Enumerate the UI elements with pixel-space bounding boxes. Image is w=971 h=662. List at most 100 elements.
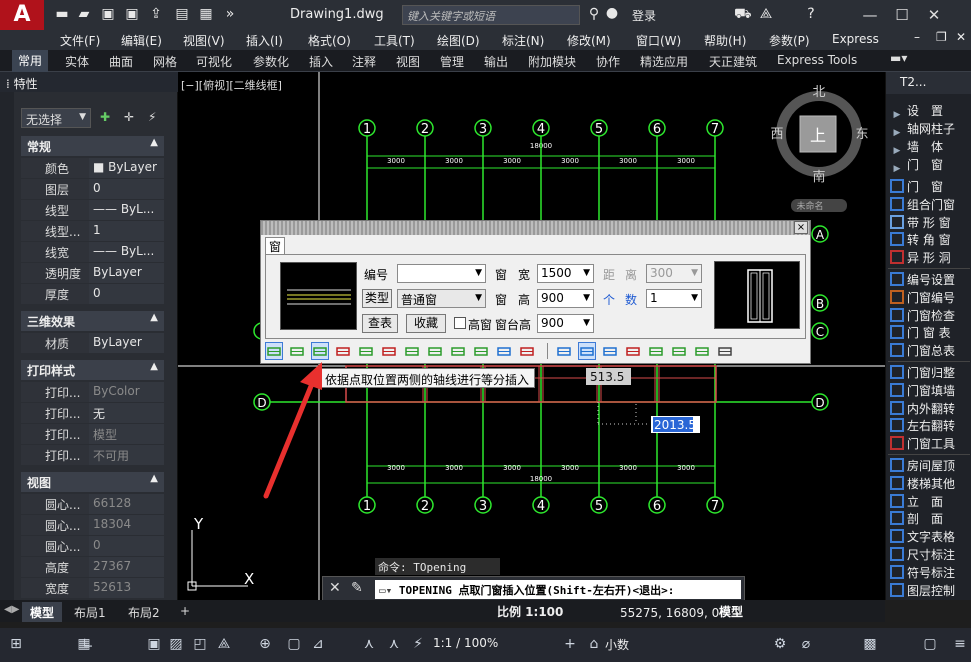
ann-visibility-icon[interactable]: ⋏ (359, 634, 379, 654)
property-row[interactable]: 宽度 52613 (21, 578, 164, 599)
full-length-icon[interactable] (380, 342, 398, 360)
tab-tangent[interactable]: 天正建筑 (709, 53, 757, 70)
tab-output[interactable]: 输出 (484, 53, 508, 70)
property-row[interactable]: 颜色 ■ ByLayer (21, 158, 164, 179)
tool-category-4[interactable]: ▶ 门 窗 (890, 156, 970, 174)
bay-window-icon[interactable] (670, 342, 688, 360)
tool-item-21[interactable]: 尺寸标注 (890, 546, 970, 564)
tab-manage[interactable]: 管理 (440, 53, 464, 70)
help-icon[interactable]: ? (803, 6, 819, 22)
tool-item-5[interactable]: 异 形 洞 (890, 249, 970, 267)
property-row[interactable]: 圆心... 0 (21, 536, 164, 557)
tab-solid[interactable]: 实体 (65, 53, 89, 70)
tab-visualize[interactable]: 可视化 (196, 53, 232, 70)
menu-help[interactable]: 帮助(H) (704, 32, 746, 49)
workspace-icon[interactable]: ⚙ (770, 634, 790, 654)
tab-annotate[interactable]: 注释 (352, 53, 376, 70)
save-as-icon[interactable]: ▣ (124, 6, 140, 22)
section-header[interactable]: 常规 ▲ (21, 136, 164, 156)
ribbon-options-icon[interactable]: ▬▾ (890, 51, 907, 65)
login-link[interactable]: 登录 (632, 7, 656, 24)
auto-scale-icon[interactable]: ⋏ (384, 634, 404, 654)
selection-cycle-icon[interactable]: ◰ (190, 634, 210, 654)
property-row[interactable]: 打印... 无 (21, 403, 164, 424)
menu-express[interactable]: Express (832, 32, 879, 46)
tool-category-3[interactable]: ▶ 墙 体 (890, 138, 970, 156)
type-combo[interactable]: 普通窗 ▼ (397, 289, 486, 308)
upper-layer-icon[interactable] (426, 342, 444, 360)
number-combo[interactable]: ▼ (397, 264, 486, 283)
cart-icon[interactable]: ⛟ (734, 6, 752, 22)
osnap-icon[interactable]: ▢ (284, 634, 304, 654)
tool-category-1[interactable]: ▶ 设 置 (890, 102, 970, 120)
toggle-pickadd-icon[interactable]: ✚ (100, 110, 110, 124)
tab-surface[interactable]: 曲面 (109, 53, 133, 70)
grid-icon[interactable]: ⊞ (6, 634, 26, 654)
quick-select-icon[interactable]: ⚡ (148, 110, 156, 124)
tab-mesh[interactable]: 网格 (153, 53, 177, 70)
panel-handle-icon[interactable]: ⁞ (6, 77, 10, 91)
selection-dropdown[interactable]: 无选择 ▼ (21, 108, 91, 128)
corner-window-icon[interactable] (647, 342, 665, 360)
tool-item-23[interactable]: 图层控制 (890, 582, 970, 600)
free-insert-icon[interactable] (265, 342, 283, 360)
otrack-icon[interactable]: ⊿ (308, 634, 328, 654)
dialog-tab-window[interactable]: 窗 (265, 237, 285, 254)
tool-item-8[interactable]: 门窗检查 (890, 307, 970, 325)
property-row[interactable]: 线型... 1 (21, 221, 164, 242)
ann-sync-icon[interactable]: ⚡ (408, 634, 428, 654)
dialog-title-bar[interactable] (261, 221, 810, 235)
property-row[interactable]: 打印... ByColor (21, 382, 164, 403)
print-icon[interactable]: ▦ (198, 6, 214, 22)
count-combo[interactable]: 1 ▼ (646, 289, 702, 308)
hardware-icon[interactable]: ▩ (860, 634, 880, 654)
units-dropdown[interactable]: 小数 (605, 636, 629, 653)
tab-collaborate[interactable]: 协作 (596, 53, 620, 70)
tab-nav-left-icon[interactable]: ◀▶ (4, 604, 19, 615)
tab-model[interactable]: 模型 (22, 602, 63, 622)
annotation-scale[interactable]: 比例 1:100 (497, 603, 563, 620)
ribbon-min-icon[interactable]: – (914, 30, 920, 44)
tool-item-2[interactable]: 组合门窗 (890, 196, 970, 214)
command-input[interactable]: ▭▾ TOPENING 点取门窗插入位置(Shift-左右开)<退出>: (375, 580, 741, 599)
corner-insert-icon[interactable] (357, 342, 375, 360)
tool-item-6[interactable]: 编号设置 (890, 271, 970, 289)
dialog-close-button[interactable]: × (794, 221, 808, 234)
window-combo-icon[interactable] (578, 342, 596, 360)
dyn-input-icon[interactable]: ▣ (144, 634, 164, 654)
maximize-button[interactable]: ☐ (888, 4, 916, 26)
select-objects-icon[interactable]: ✛ (124, 110, 134, 124)
search-input[interactable]: 键入关键字或短语 (402, 5, 580, 25)
tab-insert[interactable]: 插入 (309, 53, 333, 70)
polar-icon[interactable]: ⊕ (255, 634, 275, 654)
tab-express-tools[interactable]: Express Tools (777, 53, 857, 67)
tool-item-7[interactable]: 门窗编号 (890, 289, 970, 307)
type-button[interactable]: 类型 (362, 289, 392, 308)
more-tools-icon[interactable]: » (222, 6, 238, 22)
center-insert-icon[interactable] (472, 342, 490, 360)
menu-format[interactable]: 格式(O) (308, 32, 351, 49)
wall-equal-icon[interactable] (334, 342, 352, 360)
transparency-icon[interactable]: ▨ (166, 634, 186, 654)
app-logo-button[interactable]: A (0, 0, 44, 30)
tool-item-20[interactable]: 文字表格 (890, 528, 970, 546)
network-icon[interactable]: ⟁ (758, 6, 774, 22)
arch-insert-icon[interactable] (449, 342, 467, 360)
menu-tools[interactable]: 工具(T) (374, 32, 415, 49)
tool-item-18[interactable]: 立 面 (890, 493, 970, 511)
upload-icon[interactable]: ⇪ (148, 6, 164, 22)
close-icon[interactable]: ✕ (329, 580, 341, 596)
auto-insert-icon[interactable] (403, 342, 421, 360)
replace-icon[interactable] (518, 342, 536, 360)
restore-icon[interactable]: ❐ (936, 30, 947, 44)
property-row[interactable]: 打印... 模型 (21, 424, 164, 445)
menu-dimension[interactable]: 标注(N) (502, 32, 544, 49)
menu-insert[interactable]: 插入(I) (246, 32, 283, 49)
customize-icon[interactable]: ≡ (950, 634, 970, 654)
menu-draw[interactable]: 绘图(D) (437, 32, 480, 49)
close-window-button[interactable]: ✕ (920, 4, 948, 26)
tab-addins[interactable]: 附加模块 (528, 53, 576, 70)
distance-combo[interactable]: 300 ▼ (646, 264, 702, 283)
axis-equal-icon[interactable] (311, 342, 329, 360)
tool-item-9[interactable]: 门 窗 表 (890, 324, 970, 342)
